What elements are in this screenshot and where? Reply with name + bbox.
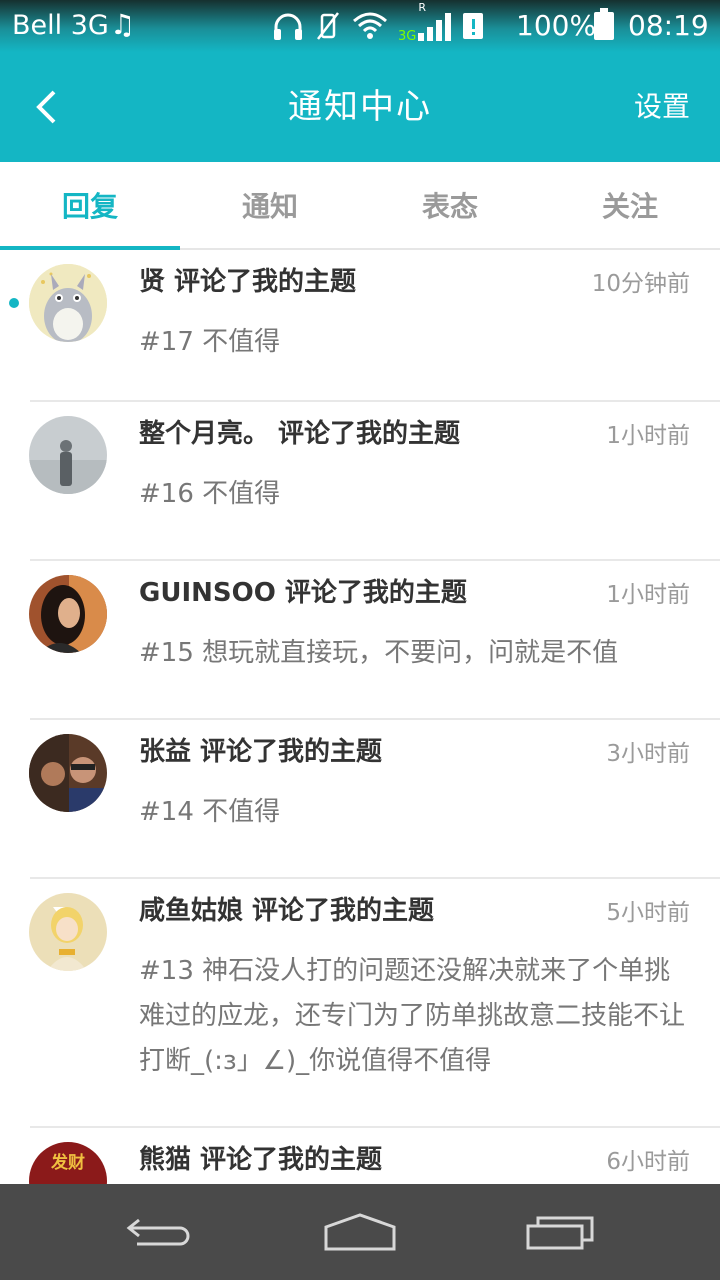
notification-body: #17 不值得 [139,327,281,357]
home-nav-icon [324,1213,396,1251]
notification-time: 1小时前 [606,423,690,449]
headphones-icon [274,13,302,40]
list-item[interactable]: GUINSOO 评论了我的主题 1小时前 #15 想玩就直接玩，不要问，问就是不… [0,561,720,720]
signal-icon [418,11,452,41]
tab-replies[interactable]: 回复 [0,162,180,250]
notification-title: 贤 评论了我的主题 [139,267,357,297]
notification-time: 5小时前 [606,900,690,926]
tab-bar: 回复 通知 表态 关注 [0,162,720,250]
music-note-icon: ♫ [110,8,136,41]
notification-title: 整个月亮。 评论了我的主题 [139,419,461,449]
vibrate-off-icon [317,12,339,40]
notification-list[interactable]: 贤 评论了我的主题 10分钟前 #17 不值得 整个月亮。 评论了我的主题 1小… [0,250,720,1184]
notification-body: #15 想玩就直接玩，不要问，问就是不值 [139,638,619,668]
list-item[interactable]: 整个月亮。 评论了我的主题 1小时前 #16 不值得 [0,402,720,561]
tab-reactions[interactable]: 表态 [360,162,540,248]
notification-time: 3小时前 [606,741,690,767]
list-item[interactable]: 张益 评论了我的主题 3小时前 #14 不值得 [0,720,720,879]
avatar[interactable]: 发财 [29,1142,107,1184]
photo-avatar-icon [29,734,107,812]
network-type-label: 3G [398,29,417,44]
notification-time: 6小时前 [606,1149,690,1175]
avatar[interactable] [29,734,107,812]
facai-avatar-text: 发财 [51,1153,85,1173]
status-bar: Bell 3G ♫ 3G R 100% 08:19 [0,0,720,52]
recents-nav-icon [526,1216,594,1250]
notification-body: #13 神石没人打的问题还没解决就来了个单挑难过的应龙，还专门为了防单挑故意二技… [139,956,686,1076]
notification-title: 张益 评论了我的主题 [139,737,383,767]
nav-back-button[interactable] [115,1204,205,1260]
battery-icon [594,8,614,40]
notification-title: 熊猫 评论了我的主题 [139,1145,383,1175]
totoro-avatar-icon [29,264,107,342]
woman-portrait-avatar-icon [29,575,107,653]
notification-time: 1小时前 [606,582,690,608]
roaming-label: R [418,1,427,14]
anime-girl-avatar-icon [29,893,107,971]
notification-body: #16 不值得 [139,479,281,509]
nav-recents-button[interactable] [515,1204,605,1260]
sim-alert-icon [463,13,484,39]
system-nav-bar [0,1184,720,1280]
battery-percent: 100% [516,9,597,42]
notification-title: 咸鱼姑娘 评论了我的主题 [139,896,435,926]
wifi-icon [353,12,387,39]
list-item[interactable]: 咸鱼姑娘 评论了我的主题 5小时前 #13 神石没人打的问题还没解决就来了个单挑… [0,879,720,1128]
back-nav-icon [126,1218,190,1246]
clock: 08:19 [628,9,709,42]
tab-follows[interactable]: 关注 [540,162,720,248]
notification-body: #14 不值得 [139,797,281,827]
nav-home-button[interactable] [315,1204,405,1260]
notification-time: 10分钟前 [591,271,690,297]
list-item[interactable]: 发财 熊猫 评论了我的主题 6小时前 [0,1128,720,1184]
unread-dot [9,298,19,308]
app-header: 通知中心 设置 [0,52,720,162]
settings-button[interactable]: 设置 [634,82,690,132]
avatar[interactable] [29,893,107,971]
foggy-figure-avatar-icon [29,416,107,494]
avatar[interactable] [29,575,107,653]
notification-title: GUINSOO 评论了我的主题 [139,578,467,608]
avatar[interactable] [29,264,107,342]
tab-notifications[interactable]: 通知 [180,162,360,248]
avatar[interactable] [29,416,107,494]
list-item[interactable]: 贤 评论了我的主题 10分钟前 #17 不值得 [0,250,720,402]
page-title: 通知中心 [288,87,432,127]
carrier-label: Bell 3G [12,10,109,41]
